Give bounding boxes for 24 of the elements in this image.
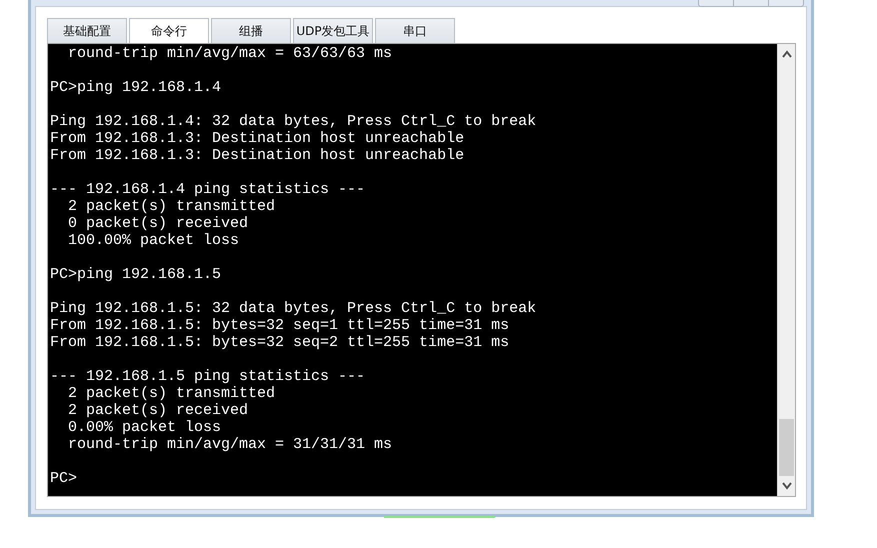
terminal-line: round-trip min/avg/max = 31/31/31 ms xyxy=(67,436,392,453)
tab[interactable]: 基础配置 xyxy=(47,18,127,43)
terminal-line: From 192.168.1.5: bytes=32 seq=2 ttl=255 time=31 ms xyxy=(50,334,510,351)
terminal-line: From 192.168.1.5: bytes=32 seq=1 ttl=255 time=31 ms xyxy=(50,317,510,334)
terminal-line: PC>ping 192.168.1.4 xyxy=(50,79,222,96)
tab[interactable]: 串口 xyxy=(375,18,455,43)
terminal-line: 2 packet(s) transmitted xyxy=(67,385,276,402)
terminal-line: 100.00% packet loss xyxy=(67,232,240,249)
terminal-line: Ping 192.168.1.5: 32 data bytes, Press Ctrl_C to break xyxy=(50,300,536,317)
terminal-line: From 192.168.1.3: Destination host unreachable xyxy=(50,147,464,164)
terminal-line: 2 packet(s) transmitted xyxy=(67,198,276,215)
terminal-line: 2 packet(s) received xyxy=(67,402,248,419)
terminal-line: PC> xyxy=(50,470,78,487)
terminal-line: Ping 192.168.1.4: 32 data bytes, Press Ctrl_C to break xyxy=(50,113,536,130)
terminal-line: PC>ping 192.168.1.5 xyxy=(50,266,222,283)
terminal-line: round-trip min/avg/max = 63/63/63 ms xyxy=(67,45,392,62)
tab[interactable]: 命令行 xyxy=(129,18,209,43)
terminal-line: --- 192.168.1.5 ping statistics --- xyxy=(50,368,366,385)
terminal-line: 0.00% packet loss xyxy=(67,419,222,436)
tab[interactable]: UDP发包工具 xyxy=(293,18,373,43)
tab[interactable]: 组播 xyxy=(211,18,291,43)
terminal-line: --- 192.168.1.4 ping statistics --- xyxy=(50,181,366,198)
terminal-line: From 192.168.1.3: Destination host unreachable xyxy=(50,130,464,147)
terminal-line: 0 packet(s) received xyxy=(67,215,248,232)
